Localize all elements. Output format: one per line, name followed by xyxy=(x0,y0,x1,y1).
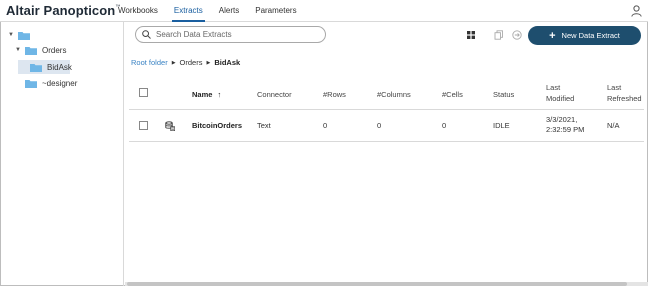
copy-icon[interactable] xyxy=(494,30,504,40)
breadcrumb-root-link[interactable]: Root folder xyxy=(131,58,168,67)
cell-cells: 0 xyxy=(442,121,447,130)
top-bar: Altair Panopticon™ Workbooks Extracts Al… xyxy=(0,0,648,22)
tree-item-label: ~designer xyxy=(42,78,78,88)
column-header-last-modified-line2: Modified xyxy=(546,94,575,103)
main-panel: + New Data Extract Root folder ▶ Orders … xyxy=(125,22,648,286)
app-brand: Altair Panopticon™ xyxy=(6,3,120,18)
horizontal-scrollbar[interactable] xyxy=(125,282,648,286)
new-data-extract-label: New Data Extract xyxy=(561,31,620,40)
tree-item-label: BidAsk xyxy=(47,62,72,72)
tree-item-bidask[interactable]: BidAsk xyxy=(18,60,72,74)
user-icon[interactable] xyxy=(631,5,642,17)
grid-view-icon[interactable] xyxy=(466,30,476,40)
brand-name: Altair Panopticon xyxy=(6,3,116,18)
folder-icon xyxy=(25,79,37,88)
move-icon[interactable] xyxy=(512,30,522,40)
tab-parameters[interactable]: Parameters xyxy=(247,0,304,22)
tree-item-root[interactable]: ▼ xyxy=(8,28,35,42)
row-checkbox[interactable] xyxy=(139,121,148,130)
tree-item-label: Orders xyxy=(42,45,67,55)
cell-last-modified-date: 3/3/2021, xyxy=(546,115,578,124)
cell-last-refreshed: N/A xyxy=(607,121,620,130)
main-nav: Workbooks Extracts Alerts Parameters xyxy=(110,0,305,22)
tab-alerts[interactable]: Alerts xyxy=(211,0,247,22)
column-header-last-refreshed-line1: Last xyxy=(607,83,622,92)
new-data-extract-button[interactable]: + New Data Extract xyxy=(528,26,641,45)
tree-item-orders[interactable]: ▼ Orders xyxy=(15,43,66,57)
column-header-columns[interactable]: #Columns xyxy=(377,89,411,100)
cell-columns: 0 xyxy=(377,121,382,130)
folder-icon xyxy=(18,31,30,40)
cell-name[interactable]: BitcoinOrders xyxy=(192,121,242,131)
search-icon xyxy=(142,30,151,39)
column-header-name-label: Name xyxy=(192,90,213,99)
folder-icon xyxy=(25,46,37,55)
column-header-name[interactable]: Name ↑ xyxy=(192,89,221,100)
breadcrumb: Root folder ▶ Orders ▶ BidAsk xyxy=(131,58,240,67)
cell-rows: 0 xyxy=(323,121,328,130)
table-row[interactable]: BitcoinOrders Text 0 0 0 IDLE 3/3/2021, … xyxy=(129,110,644,142)
breadcrumb-separator-icon: ▶ xyxy=(171,59,176,66)
tab-workbooks[interactable]: Workbooks xyxy=(110,0,166,22)
tree-item-designer[interactable]: ~designer xyxy=(25,76,77,90)
cell-connector: Text xyxy=(257,121,271,130)
tab-extracts[interactable]: Extracts xyxy=(166,0,211,22)
column-header-connector[interactable]: Connector xyxy=(257,89,292,100)
column-header-last-refreshed-line2: Refreshed xyxy=(607,94,642,103)
column-header-last-refreshed[interactable]: Last Refreshed xyxy=(607,82,642,104)
scrollbar-thumb[interactable] xyxy=(127,282,627,286)
breadcrumb-current: BidAsk xyxy=(214,58,241,67)
table-header: Name ↑ Connector #Rows #Columns #Cells S… xyxy=(129,76,644,110)
chevron-down-icon[interactable]: ▼ xyxy=(8,32,14,38)
column-header-rows[interactable]: #Rows xyxy=(323,89,346,100)
breadcrumb-separator-icon: ▶ xyxy=(206,59,211,66)
select-all-checkbox[interactable] xyxy=(139,88,148,97)
chevron-down-icon[interactable]: ▼ xyxy=(15,47,21,53)
search-input[interactable] xyxy=(156,28,321,41)
column-header-status[interactable]: Status xyxy=(493,89,514,100)
folder-icon xyxy=(30,63,42,72)
column-header-cells[interactable]: #Cells xyxy=(442,89,463,100)
cell-last-modified-time: 2:32:59 PM xyxy=(546,125,585,134)
folder-tree: ▼ ▼ Orders BidAsk ~designer xyxy=(0,22,124,286)
column-header-last-modified-line1: Last xyxy=(546,83,561,92)
text-connector-icon xyxy=(165,121,175,131)
breadcrumb-orders[interactable]: Orders xyxy=(180,58,203,67)
cell-status: IDLE xyxy=(493,121,510,130)
cell-last-modified: 3/3/2021, 2:32:59 PM xyxy=(546,115,584,135)
search-box[interactable] xyxy=(135,26,326,43)
column-header-last-modified[interactable]: Last Modified xyxy=(546,82,574,104)
plus-icon: + xyxy=(549,29,556,42)
sort-ascending-icon[interactable]: ↑ xyxy=(218,90,222,99)
